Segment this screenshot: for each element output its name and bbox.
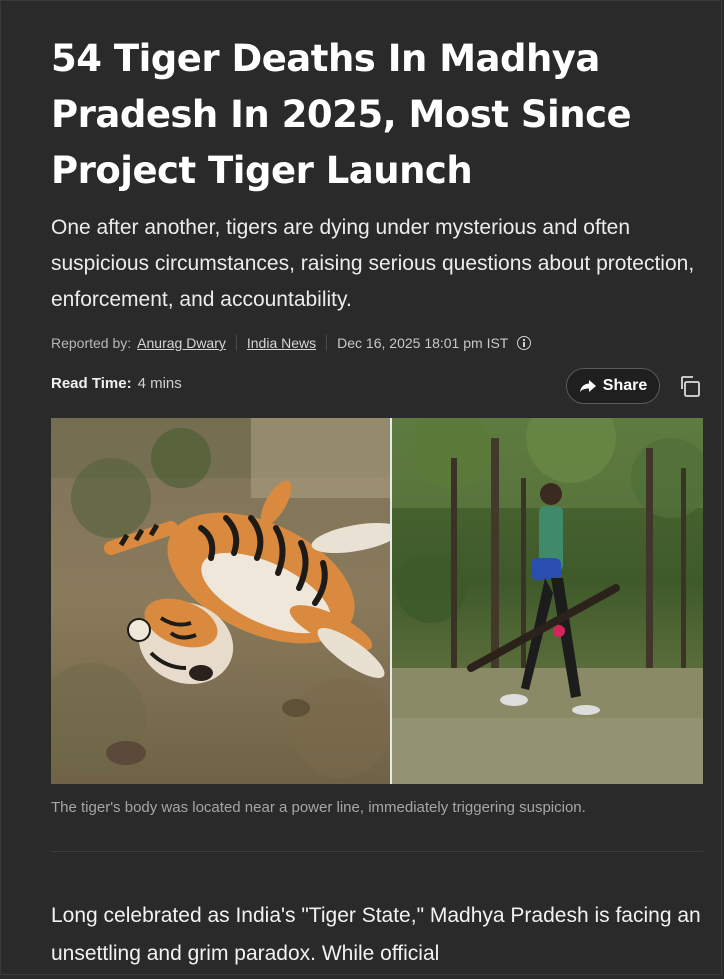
byline-separator [235,335,237,351]
image-caption: The tiger's body was located near a powe… [51,799,586,816]
read-time-value: 4 mins [137,375,182,392]
share-arrow-icon [579,380,596,392]
byline: Reported by: Anurag Dwary India News Dec… [51,333,532,353]
article-body: Long celebrated as India's "Tiger State,… [51,904,701,965]
author-link[interactable]: Anurag Dwary [137,335,226,351]
publish-date: Dec 16, 2025 18:01 pm IST [337,335,509,351]
reported-by-label: Reported by: [51,335,132,351]
byline-separator [326,335,328,351]
article-page: 54 Tiger Deaths In Madhya Pradesh In 202… [0,0,722,975]
tiger-photo [51,418,401,784]
read-time-label: Read Time: [51,375,132,392]
info-icon[interactable] [517,336,532,350]
read-time: Read Time: 4 mins [51,375,182,392]
article-image [51,418,703,784]
share-label: Share [602,377,648,394]
share-button[interactable]: Share [566,368,660,404]
copy-icon[interactable] [678,374,702,398]
outlet-link[interactable]: India News [247,335,316,351]
headline: 54 Tiger Deaths In Madhya Pradesh In 202… [51,37,632,192]
forest-guard-photo [392,418,703,784]
caption-divider [51,851,703,852]
subheadline: One after another, tigers are dying unde… [51,216,695,311]
